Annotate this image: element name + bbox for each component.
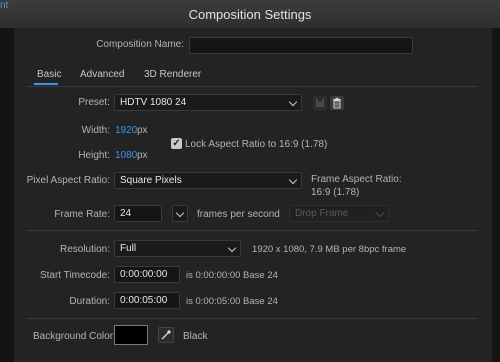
lock-aspect-checkbox[interactable]: ✓: [171, 138, 182, 149]
tab-basic[interactable]: Basic: [37, 69, 61, 80]
chevron-down-icon: [288, 175, 298, 185]
drop-frame-dropdown: Drop Frame: [289, 205, 389, 222]
tab-3d-renderer[interactable]: 3D Renderer: [144, 69, 201, 80]
section-divider: [26, 230, 478, 231]
frame-aspect-label: Frame Aspect Ratio:: [311, 174, 402, 185]
height-label: Height:: [78, 150, 110, 161]
active-tab-indicator: [34, 83, 58, 85]
frame-aspect-value: 16:9 (1.78): [311, 187, 360, 198]
pixel-aspect-value: Square Pixels: [120, 175, 182, 186]
frame-rate-unit: frames per second: [197, 209, 280, 220]
resolution-label: Resolution:: [59, 244, 110, 255]
eyedropper-icon[interactable]: [158, 327, 174, 343]
start-timecode-input[interactable]: 0:00:00:00: [114, 266, 180, 283]
resolution-info: 1920 x 1080, 7.9 MB per 8bpc frame: [252, 244, 407, 255]
drop-frame-value: Drop Frame: [295, 208, 349, 219]
trash-icon[interactable]: [330, 96, 344, 110]
resolution-dropdown[interactable]: Full: [114, 240, 241, 257]
frame-rate-dropdown[interactable]: [172, 205, 188, 222]
start-timecode-label: Start Timecode:: [39, 270, 110, 281]
preset-label: Preset:: [78, 97, 110, 108]
preset-dropdown[interactable]: HDTV 1080 24: [114, 94, 302, 111]
pixel-aspect-dropdown[interactable]: Square Pixels: [114, 172, 302, 189]
duration-label: Duration:: [69, 296, 110, 307]
pixel-aspect-label: Pixel Aspect Ratio:: [26, 175, 110, 186]
width-value[interactable]: 1920: [115, 125, 137, 136]
section-divider: [26, 318, 478, 319]
save-preset-icon[interactable]: [313, 96, 327, 110]
chevron-down-icon: [175, 208, 185, 218]
background-color-name: Black: [183, 331, 208, 342]
background-color-swatch[interactable]: [114, 325, 148, 345]
chevron-down-icon: [288, 97, 298, 107]
frame-rate-label: Frame Rate:: [54, 209, 110, 220]
duration-input[interactable]: 0:00:05:00: [114, 292, 180, 309]
tab-advanced[interactable]: Advanced: [80, 69, 124, 80]
background-color-label: Background Color:: [33, 331, 116, 342]
title-bar: Composition Settings: [0, 0, 500, 29]
resolution-value: Full: [120, 243, 137, 254]
width-unit: px: [137, 125, 148, 136]
duration-info: is 0:00:05:00 Base 24: [186, 296, 278, 307]
left-background: [0, 28, 14, 362]
start-timecode-info: is 0:00:00:00 Base 24: [186, 270, 278, 281]
height-value[interactable]: 1080: [115, 150, 137, 161]
right-background: [492, 28, 500, 362]
preset-value: HDTV 1080 24: [120, 97, 187, 108]
width-label: Width:: [81, 125, 110, 136]
chevron-down-icon: [227, 243, 237, 253]
tab-divider: [26, 86, 478, 87]
frame-rate-input[interactable]: 24: [114, 205, 162, 222]
height-unit: px: [137, 150, 148, 161]
chevron-down-icon: [375, 208, 385, 218]
comp-name-input[interactable]: [189, 37, 413, 54]
lock-aspect-label: Lock Aspect Ratio to 16:9 (1.78): [185, 139, 328, 150]
comp-name-label: Composition Name:: [96, 39, 184, 50]
window-title: Composition Settings: [188, 7, 312, 22]
background-window-text: nt: [0, 0, 9, 11]
